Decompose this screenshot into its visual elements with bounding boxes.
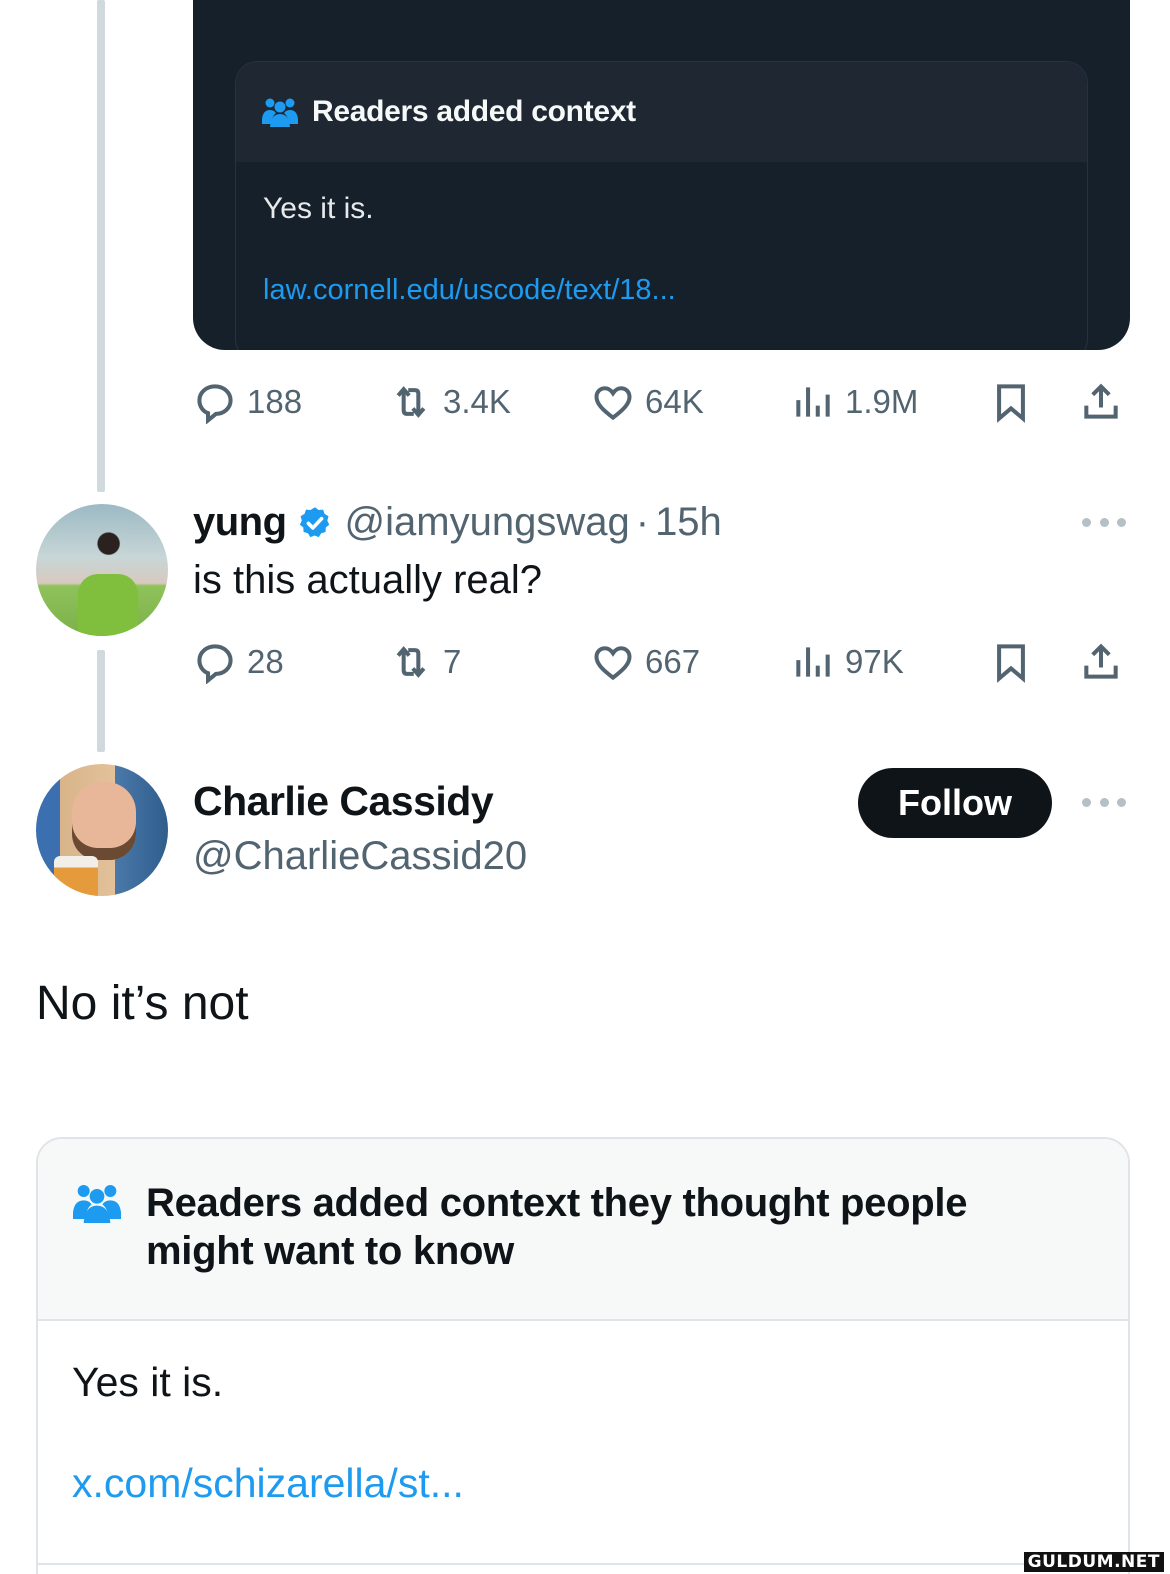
original-post-actions: 188 3.4K 64K 1.9M: [193, 374, 1133, 430]
community-note[interactable]: Readers added context they thought peopl…: [36, 1137, 1130, 1574]
repost-icon: [396, 646, 426, 678]
dot: [1099, 797, 1109, 807]
bookmark-icon: [997, 644, 1025, 683]
reply-icon: [197, 644, 233, 684]
community-note-dark[interactable]: Readers added context Yes it is. law.cor…: [235, 61, 1088, 350]
like-count: 64K: [645, 383, 704, 420]
main-post-text: No it’s not: [36, 977, 249, 1030]
quoted-post-card[interactable]: Readers added context Yes it is. law.cor…: [193, 0, 1130, 350]
repost-count: 7: [443, 643, 462, 680]
user-handle[interactable]: @CharlieCassid20: [193, 834, 527, 879]
community-note-header: Readers added context: [236, 62, 1087, 164]
dot: [1082, 797, 1091, 807]
reply-button[interactable]: 188: [193, 374, 302, 430]
heart-icon: [594, 646, 632, 681]
community-note-title: Readers added context they thought peopl…: [146, 1181, 968, 1273]
share-icon: [1084, 383, 1118, 419]
bookmark-button[interactable]: [989, 374, 1033, 430]
display-name[interactable]: yung: [193, 500, 287, 545]
dot: [1117, 797, 1126, 807]
share-icon: [1084, 643, 1118, 679]
more-options-button[interactable]: [1082, 792, 1126, 812]
community-note-text: Yes it is.: [263, 192, 374, 225]
bookmark-icon: [997, 384, 1025, 423]
views-chart-icon: [796, 647, 830, 677]
community-note-link[interactable]: law.cornell.edu/uscode/text/18...: [263, 274, 1060, 307]
share-button[interactable]: [1079, 634, 1123, 690]
reply-post-actions: 28 7 667 97K: [193, 634, 1133, 690]
display-name[interactable]: Charlie Cassidy: [193, 778, 494, 825]
community-note-title: Readers added context: [312, 95, 636, 128]
like-button[interactable]: 64K: [591, 374, 704, 430]
reply-button[interactable]: 28: [193, 634, 284, 690]
repost-button[interactable]: 7: [389, 634, 461, 690]
dot: [1082, 517, 1091, 527]
reply-post-header: yung @iamyungswag · 15h: [193, 500, 722, 545]
views-button[interactable]: 1.9M: [791, 374, 918, 430]
views-count: 1.9M: [845, 383, 919, 420]
community-note-divider: [38, 1563, 1128, 1565]
bookmark-button[interactable]: [989, 634, 1033, 690]
more-options-button[interactable]: [1082, 512, 1126, 532]
follow-button[interactable]: Follow: [858, 768, 1052, 838]
repost-button[interactable]: 3.4K: [389, 374, 511, 430]
post-timestamp[interactable]: 15h: [655, 500, 722, 545]
community-people-icon: [73, 1185, 121, 1223]
watermark: GULDUM.NET: [1023, 1552, 1164, 1572]
reply-count: 28: [247, 643, 284, 680]
share-button[interactable]: [1079, 374, 1123, 430]
views-chart-icon: [796, 387, 830, 417]
like-button[interactable]: 667: [591, 634, 700, 690]
heart-icon: [594, 386, 632, 421]
separator-dot: ·: [635, 500, 650, 544]
community-note-header: Readers added context they thought peopl…: [38, 1139, 1128, 1321]
views-count: 97K: [845, 643, 904, 680]
community-note-link[interactable]: x.com/schizarella/st...: [72, 1460, 1094, 1507]
reply-icon: [197, 384, 233, 424]
community-note-text: Yes it is.: [72, 1359, 224, 1405]
reply-post-text: is this actually real?: [193, 558, 543, 602]
verified-badge-icon: [299, 506, 329, 537]
repost-count: 3.4K: [443, 383, 511, 420]
like-count: 667: [645, 643, 701, 680]
thread-connector-line: [97, 650, 105, 752]
dot: [1099, 517, 1109, 527]
avatar-charlie-cassidy[interactable]: [36, 764, 168, 896]
repost-icon: [396, 386, 426, 418]
avatar-yung[interactable]: [36, 504, 168, 636]
community-people-icon: [262, 98, 298, 127]
user-handle[interactable]: @iamyungswag: [345, 500, 630, 545]
reply-count: 188: [247, 383, 303, 420]
views-button[interactable]: 97K: [791, 634, 904, 690]
thread-connector-line: [97, 0, 105, 492]
dot: [1117, 517, 1126, 527]
